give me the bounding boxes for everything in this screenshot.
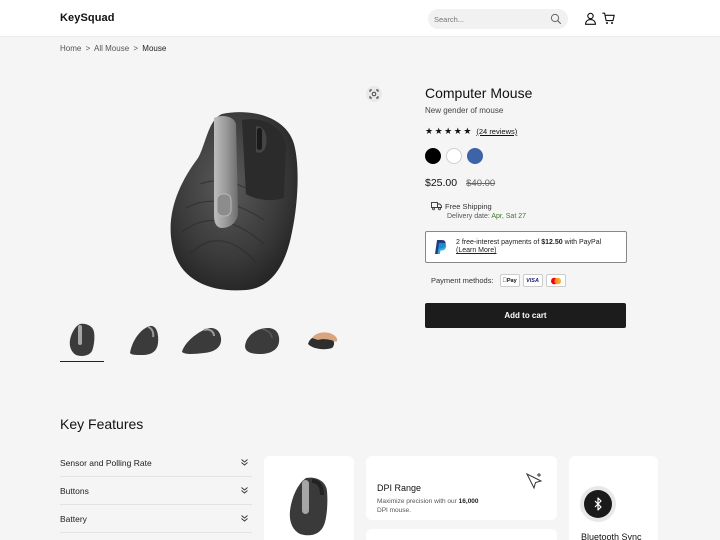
reviews-link[interactable]: (24 reviews)	[476, 127, 517, 136]
accordion-battery[interactable]: Battery	[60, 507, 252, 533]
mastercard-logo	[550, 277, 561, 284]
paypal-text-before: 2 free-interest payments of	[456, 239, 540, 246]
applepay-text: Pay	[504, 277, 517, 284]
user-icon[interactable]	[584, 12, 597, 25]
chevron-down-icon	[241, 515, 248, 522]
mouse-hand-thumbnail-image	[308, 332, 338, 350]
mouse-thumbnail-image	[245, 328, 280, 354]
thumbnail-5[interactable]	[298, 318, 342, 362]
shipping-label: Free Shipping	[445, 202, 492, 211]
visa-text: VISA	[526, 277, 539, 284]
accordion-label: Battery	[60, 514, 87, 524]
feature-card-image	[264, 456, 354, 540]
site-logo[interactable]: KeySquad	[60, 12, 115, 24]
accordion-label: Sensor and Polling Rate	[60, 458, 152, 468]
paypal-offer-text: 2 free-interest payments of $12.50 with …	[456, 238, 601, 247]
chevron-down-icon	[241, 487, 248, 494]
color-swatch-black[interactable]	[425, 148, 441, 164]
add-to-cart-button[interactable]: Add to cart	[425, 303, 626, 328]
cursor-sparkle-icon	[525, 472, 543, 490]
breadcrumb-separator: >	[85, 44, 91, 53]
accordion-sensor-polling-rate[interactable]: Sensor and Polling Rate	[60, 451, 252, 477]
thumbnail-3[interactable]	[180, 318, 224, 362]
color-swatches	[425, 148, 483, 164]
site-header: KeySquad	[0, 0, 720, 37]
mouse-thumbnail-image	[182, 328, 222, 354]
zoom-button[interactable]	[366, 86, 382, 102]
feature-card-dpi: DPI Range Maximize precision with our 16…	[366, 456, 557, 520]
mastercard-icon	[545, 274, 566, 287]
breadcrumb-current: Mouse	[142, 44, 167, 53]
bluetooth-icon	[594, 497, 602, 511]
breadcrumb: Home > All Mouse > Mouse	[60, 44, 166, 53]
dpi-card-description: Maximize precision with our 16,000	[377, 497, 479, 506]
chevron-down-icon	[241, 459, 248, 466]
breadcrumb-all-mouse[interactable]: All Mouse	[94, 44, 129, 53]
search-icon[interactable]	[550, 13, 562, 25]
star-icon: ★	[444, 126, 453, 136]
delivery-date: Apr, Sat 27	[491, 213, 526, 220]
product-subtitle: New gender of mouse	[425, 106, 504, 115]
price-row: $25.00 $40.00	[425, 177, 495, 189]
star-icon: ★	[463, 126, 472, 136]
bluetooth-badge	[580, 486, 616, 522]
color-swatch-white[interactable]	[446, 148, 462, 164]
delivery-info: Delivery date: Apr, Sat 27	[447, 213, 526, 220]
product-main-image	[170, 112, 298, 291]
mouse-thumbnail-image	[130, 325, 159, 355]
product-rating: ★ ★ ★ ★ ★ (24 reviews)	[425, 126, 517, 137]
star-icon: ★	[434, 126, 443, 136]
zoom-icon	[369, 89, 379, 99]
thumbnail-4[interactable]	[240, 318, 284, 362]
search-input[interactable]	[434, 11, 546, 27]
mouse-feature-image	[289, 477, 328, 536]
thumbnail-2[interactable]	[122, 318, 166, 362]
feature-card-bluetooth: Bluetooth Sync	[569, 456, 658, 540]
rating-stars: ★ ★ ★ ★ ★	[425, 127, 471, 136]
dpi-desc-after: DPI mouse.	[377, 507, 411, 514]
color-swatch-blue[interactable]	[467, 148, 483, 164]
applepay-icon: Pay	[499, 274, 520, 287]
cart-icon[interactable]	[602, 12, 615, 25]
accordion-buttons[interactable]: Buttons	[60, 479, 252, 505]
thumbnail-1[interactable]	[60, 318, 104, 362]
thumbnail-strip	[60, 318, 350, 362]
truck-icon	[431, 202, 442, 211]
star-icon: ★	[425, 126, 434, 136]
paypal-amount: $12.50	[541, 239, 563, 246]
mouse-thumbnail-image	[69, 323, 95, 356]
search-bar[interactable]	[428, 9, 568, 29]
original-price: $40.00	[466, 178, 496, 189]
star-icon: ★	[453, 126, 462, 136]
visa-icon: VISA	[522, 274, 543, 287]
payment-methods: Payment methods: Pay VISA	[431, 274, 566, 287]
dpi-card-title: DPI Range	[377, 483, 422, 493]
breadcrumb-separator: >	[133, 44, 139, 53]
delivery-prefix: Delivery date:	[447, 213, 490, 220]
accordion-label: Buttons	[60, 486, 89, 496]
key-features-title: Key Features	[60, 416, 144, 432]
product-title: Computer Mouse	[425, 85, 533, 101]
bluetooth-card-title: Bluetooth Sync	[581, 532, 642, 540]
dpi-desc-before: Maximize precision with our	[377, 498, 457, 505]
paypal-text-after: with PayPal	[564, 239, 602, 246]
paypal-learn-more-link[interactable]: (Learn More)	[456, 247, 496, 254]
paypal-icon	[435, 240, 447, 254]
feature-card-extra	[366, 529, 557, 540]
paypal-installments-box: 2 free-interest payments of $12.50 with …	[425, 231, 627, 263]
current-price: $25.00	[425, 177, 458, 189]
bluetooth-badge-inner	[584, 490, 612, 518]
payment-methods-label: Payment methods:	[431, 276, 494, 285]
dpi-value: 16,000	[458, 498, 479, 505]
breadcrumb-home[interactable]: Home	[60, 44, 81, 53]
